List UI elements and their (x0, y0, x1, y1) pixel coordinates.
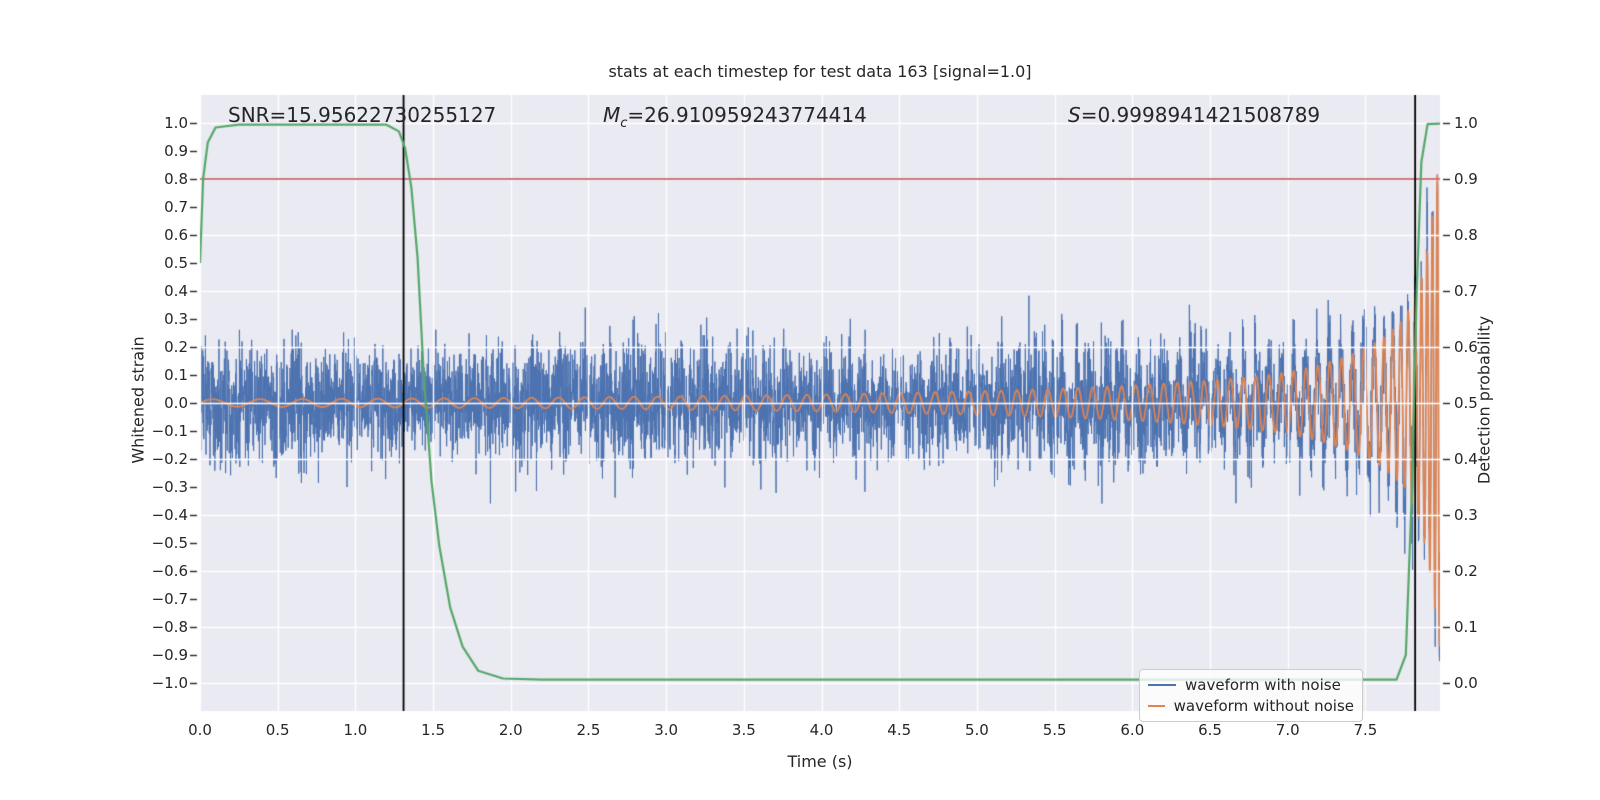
y-tick-label-left: 0.9 (164, 142, 188, 160)
y-tick-label-left: −1.0 (151, 674, 188, 692)
x-tick-label: 3.0 (654, 721, 679, 739)
y-tick-label-right: 1.0 (1454, 114, 1478, 132)
y-tick-label-left: 0.3 (164, 310, 188, 328)
y-tick-label-right: 0.1 (1454, 618, 1478, 636)
x-tick-label: 6.0 (1120, 721, 1145, 739)
y-tick-label-right: 0.7 (1454, 282, 1478, 300)
y-tick-label-left: −0.9 (151, 646, 188, 664)
y-tick-label-left: 0.1 (164, 366, 188, 384)
x-tick-label: 6.5 (1198, 721, 1222, 739)
y-tick-label-left: −0.2 (151, 450, 188, 468)
y-tick-label-left: −0.3 (151, 478, 188, 496)
figure: stats at each timestep for test data 163… (0, 0, 1600, 800)
y-tick-label-right: 0.4 (1454, 450, 1478, 468)
s-value: =0.9998941421508789 (1080, 103, 1321, 127)
legend-label: waveform with noise (1185, 675, 1341, 694)
x-tick-label: 4.0 (809, 721, 834, 739)
y-tick-label-right: 0.0 (1454, 674, 1478, 692)
y-tick-label-left: −0.7 (151, 590, 188, 608)
y-tick-label-left: 0.4 (164, 282, 188, 300)
annotation-chirp-mass: Mc=26.910959243774414 (603, 103, 867, 131)
y-tick-label-left: 0.0 (164, 394, 188, 412)
legend-item: waveform with noise (1148, 674, 1354, 695)
y-tick-label-left: −0.8 (151, 618, 188, 636)
y-tick-label-right: 0.9 (1454, 170, 1478, 188)
legend-swatch (1148, 683, 1176, 686)
x-tick-label: 2.5 (576, 721, 601, 739)
y-tick-label-right: 0.2 (1454, 562, 1478, 580)
chart-title: stats at each timestep for test data 163… (608, 62, 1032, 81)
x-tick-label: 2.0 (498, 721, 523, 739)
y-tick-label-right: 0.8 (1454, 226, 1478, 244)
y-tick-label-left: 0.6 (164, 226, 188, 244)
y-tick-label-left: 0.2 (164, 338, 188, 356)
x-tick-label: 7.0 (1275, 721, 1300, 739)
y-tick-label-left: −0.6 (151, 562, 188, 580)
x-tick-label: 5.5 (1042, 721, 1067, 739)
y-tick-label-left: −0.5 (151, 534, 188, 552)
annotation-score: S=0.9998941421508789 (1068, 103, 1320, 127)
y-tick-label-left: 0.7 (164, 198, 188, 216)
y-tick-label-left: 1.0 (164, 114, 188, 132)
mc-symbol: M (603, 103, 621, 127)
legend-swatch (1148, 704, 1165, 707)
y-tick-label-left: 0.8 (164, 170, 188, 188)
x-tick-label: 7.5 (1353, 721, 1378, 739)
x-tick-label: 1.0 (343, 721, 368, 739)
y-tick-label-right: 0.5 (1454, 394, 1478, 412)
y-tick-label-left: −0.1 (151, 422, 188, 440)
legend-item: waveform without noise (1148, 695, 1354, 716)
legend-label: waveform without noise (1173, 696, 1354, 715)
legend: waveform with noise waveform without nois… (1139, 669, 1363, 722)
annotation-snr: SNR=15.95622730255127 (228, 103, 497, 127)
x-tick-label: 1.5 (421, 721, 445, 739)
x-tick-label: 5.0 (965, 721, 989, 739)
y-tick-label-right: 0.6 (1454, 338, 1478, 356)
mc-value: =26.910959243774414 (627, 103, 867, 127)
y-tick-label-left: 0.5 (164, 254, 188, 272)
s-symbol: S (1068, 103, 1081, 127)
x-axis-label: Time (s) (787, 752, 853, 771)
x-tick-label: 4.5 (887, 721, 912, 739)
x-tick-label: 0.0 (188, 721, 212, 739)
y-tick-label-right: 0.3 (1454, 506, 1478, 524)
x-tick-label: 3.5 (731, 721, 756, 739)
y-tick-label-left: −0.4 (151, 506, 188, 524)
x-tick-label: 0.5 (265, 721, 290, 739)
